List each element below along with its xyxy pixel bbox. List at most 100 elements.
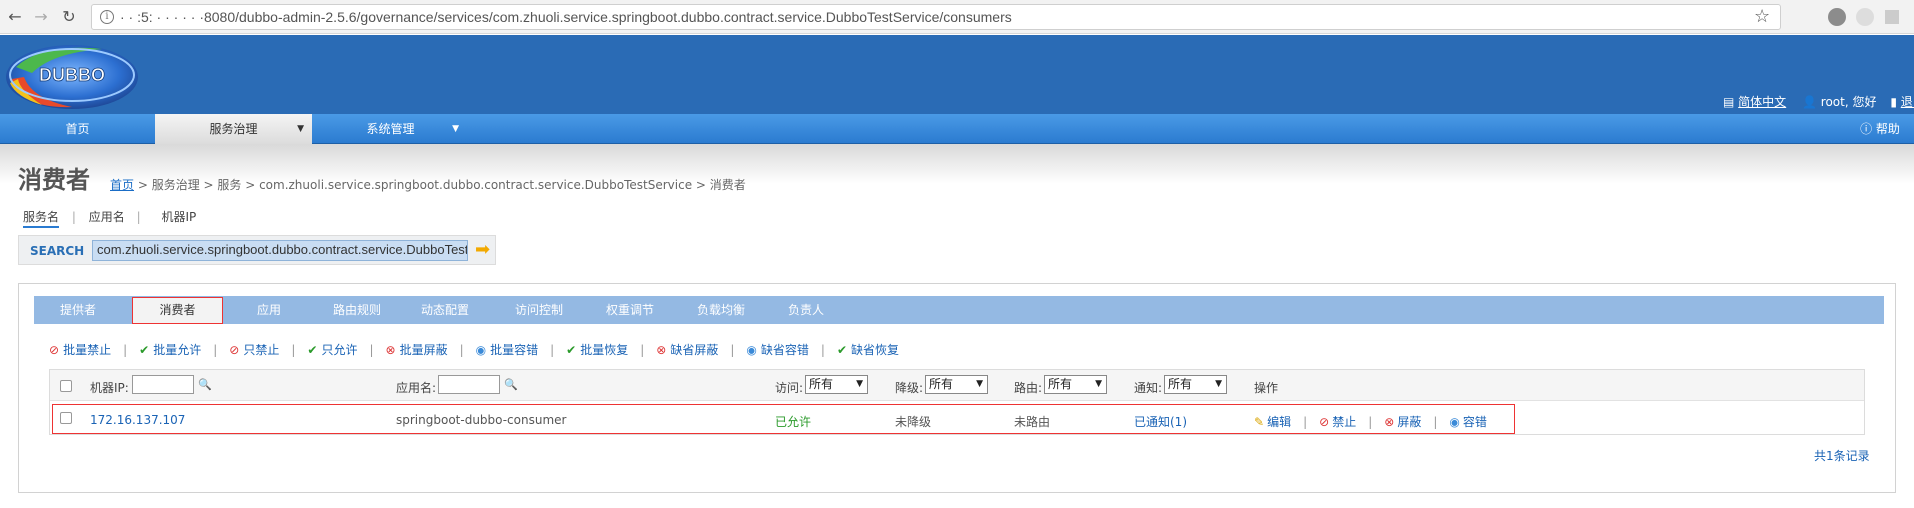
batch-block-button[interactable]: ⊗ 批量屏蔽 — [386, 343, 448, 357]
main-nav: 首页 服务治理 ▼ 系统管理 ▼ ⓘ 帮助 — [0, 114, 1914, 144]
tolerance-button[interactable]: ◉ 容错 — [1449, 415, 1487, 429]
block-icon: ⊗ — [385, 343, 396, 357]
tab-providers[interactable]: 提供者 — [42, 296, 114, 324]
logout-icon: ▮ — [1890, 95, 1897, 109]
check-icon: ✔ — [307, 343, 318, 357]
extension-icon[interactable] — [1856, 8, 1874, 26]
search-type-tabs: 服务名 | 应用名 | 机器IP — [23, 208, 196, 228]
info-icon[interactable]: i — [100, 10, 114, 24]
help-icon: ⓘ — [1860, 122, 1873, 136]
tab-weights[interactable]: 权重调节 — [593, 296, 667, 324]
nav-system-management-label: 系统管理 — [366, 122, 415, 136]
document-icon: ▤ — [1723, 95, 1735, 109]
chevron-down-icon: ▼ — [1095, 379, 1102, 389]
browser-toolbar: ← → ↻ i · · :5: · · · · · ·8080/dubbo-ad… — [0, 0, 1914, 34]
adblock-icon[interactable] — [1828, 8, 1846, 26]
help-link[interactable]: ⓘ 帮助 — [1855, 114, 1905, 144]
ip-filter-input[interactable] — [132, 375, 194, 394]
only-allow-button[interactable]: ✔ 只允许 — [307, 343, 357, 357]
user-greeting: root, 您好 — [1820, 95, 1877, 109]
tab-consumers[interactable]: 消费者 — [132, 297, 223, 324]
check-icon: ✔ — [836, 343, 848, 357]
default-recover-button[interactable]: ✔ 缺省恢复 — [837, 343, 899, 357]
search-go-arrow-icon[interactable]: ➡ — [475, 240, 493, 260]
app-header: DUBBO ▤ 简体中文 👤 root, 您好 ▮ 退出 — [0, 35, 1914, 114]
search-input[interactable]: com.zhuoli.service.springboot.dubbo.cont… — [92, 240, 468, 261]
search-tab-ip[interactable]: 机器IP — [161, 210, 196, 224]
batch-recover-button[interactable]: ✔ 批量恢复 — [566, 343, 628, 357]
degrade-select[interactable]: 所有 ▼ — [925, 375, 988, 394]
back-arrow-icon[interactable]: ← — [4, 6, 26, 28]
access-select[interactable]: 所有 ▼ — [805, 375, 868, 394]
search-tab-app[interactable]: 应用名 — [89, 210, 125, 224]
block-button[interactable]: ⊗ 屏蔽 — [1384, 415, 1421, 429]
tolerance-icon: ◉ — [1449, 415, 1460, 429]
dubbo-logo: DUBBO — [6, 45, 138, 109]
select-all-checkbox[interactable] — [60, 380, 72, 392]
table-header: 机器IP: 🔍 应用名: 🔍 访问: 所有 ▼ 降级: 所有 ▼ 路由: 所有 ▼ 通… — [50, 370, 1864, 401]
tab-access-control[interactable]: 访问控制 — [502, 296, 576, 324]
reload-icon[interactable]: ↻ — [58, 6, 80, 28]
chevron-down-icon: ▼ — [452, 124, 459, 134]
notify-select[interactable]: 所有 ▼ — [1164, 375, 1227, 394]
batch-forbid-button[interactable]: ⊘ 批量禁止 — [49, 343, 111, 357]
record-count: 共1条记录 — [1814, 449, 1870, 463]
service-tabs: 提供者 消费者 应用 路由规则 动态配置 访问控制 权重调节 负载均衡 负责人 — [34, 296, 1884, 324]
row-route-status: 未路由 — [1014, 415, 1051, 429]
edit-button[interactable]: ✎ 编辑 — [1254, 415, 1291, 429]
nav-home[interactable]: 首页 — [0, 114, 155, 144]
row-checkbox[interactable] — [60, 412, 72, 424]
tab-routes[interactable]: 路由规则 — [320, 296, 394, 324]
header-notify: 通知: — [1134, 381, 1163, 395]
forbid-icon: ⊘ — [1319, 415, 1330, 429]
url-text: · · :5: · · · · · ·8080/dubbo-admin-2.5.… — [120, 9, 1012, 25]
chevron-down-icon: ▼ — [297, 124, 304, 134]
tab-load-balance[interactable]: 负载均衡 — [684, 296, 758, 324]
tab-applications[interactable]: 应用 — [241, 296, 297, 324]
search-icon[interactable]: 🔍 — [504, 378, 518, 391]
chevron-down-icon: ▼ — [976, 379, 983, 389]
row-notify-link[interactable]: 已通知(1) — [1134, 413, 1187, 430]
search-bar: SEARCH com.zhuoli.service.springboot.dub… — [18, 235, 496, 265]
forward-arrow-icon[interactable]: → — [30, 6, 52, 28]
nav-system-management[interactable]: 系统管理 ▼ — [312, 114, 469, 144]
header-degrade: 降级: — [895, 381, 924, 395]
only-forbid-button[interactable]: ⊘ 只禁止 — [229, 343, 279, 357]
forbid-icon: ⊘ — [49, 343, 60, 357]
address-bar[interactable]: i · · :5: · · · · · ·8080/dubbo-admin-2.… — [91, 4, 1781, 30]
app-filter-input[interactable] — [438, 375, 500, 394]
chevron-down-icon: ▼ — [856, 379, 863, 389]
search-icon[interactable]: 🔍 — [198, 378, 212, 391]
nav-service-governance-label: 服务治理 — [209, 122, 258, 136]
page-title: 消费者 — [18, 166, 90, 194]
bookmark-star-icon[interactable]: ☆ — [1754, 6, 1770, 27]
forbid-button[interactable]: ⊘ 禁止 — [1319, 415, 1356, 429]
row-ops: ✎ 编辑 | ⊘ 禁止 | ⊗ 屏蔽 | ◉ 容错 — [1254, 415, 1487, 429]
nav-service-governance[interactable]: 服务治理 ▼ — [155, 114, 312, 144]
header-ip: 机器IP: — [90, 381, 129, 395]
breadcrumb-home-link[interactable]: 首页 — [110, 178, 134, 192]
tab-owners[interactable]: 负责人 — [774, 296, 838, 324]
search-tab-service[interactable]: 服务名 — [23, 210, 60, 228]
logout-link[interactable]: 退出 — [1901, 95, 1914, 109]
route-select[interactable]: 所有 ▼ — [1044, 375, 1107, 394]
batch-tolerance-button[interactable]: ◉ 批量容错 — [476, 343, 539, 357]
tab-dynamic-config[interactable]: 动态配置 — [408, 296, 482, 324]
batch-actions: ⊘ 批量禁止 | ✔ 批量允许 | ⊘ 只禁止 | ✔ 只允许 | ⊗ 批量屏蔽 | ◉ 批量容错 | ✔ 批量恢复 |… — [49, 343, 900, 357]
header-access: 访问: — [775, 381, 804, 395]
header-route: 路由: — [1014, 381, 1043, 395]
breadcrumb: 首页 > 服务治理 > 服务 > com.zhuoli.service.spri… — [110, 176, 746, 193]
check-icon: ✔ — [139, 343, 150, 357]
header-links: ▤ 简体中文 👤 root, 您好 ▮ 退出 — [1723, 93, 1914, 110]
table-row: 172.16.137.107 springboot-dubbo-consumer… — [52, 404, 1515, 434]
language-link[interactable]: 简体中文 — [1738, 95, 1786, 109]
row-ip[interactable]: 172.16.137.107 — [90, 413, 185, 427]
block-icon: ⊗ — [656, 343, 667, 357]
chevron-down-icon: ▼ — [1215, 379, 1222, 389]
batch-allow-button[interactable]: ✔ 批量允许 — [139, 343, 201, 357]
menu-icon[interactable] — [1885, 10, 1899, 24]
header-ops: 操作 — [1254, 381, 1279, 395]
breadcrumb-path: > 服务治理 > 服务 > com.zhuoli.service.springb… — [134, 178, 746, 192]
default-block-button[interactable]: ⊗ 缺省屏蔽 — [656, 343, 718, 357]
default-tolerance-button[interactable]: ◉ 缺省容错 — [746, 343, 809, 357]
